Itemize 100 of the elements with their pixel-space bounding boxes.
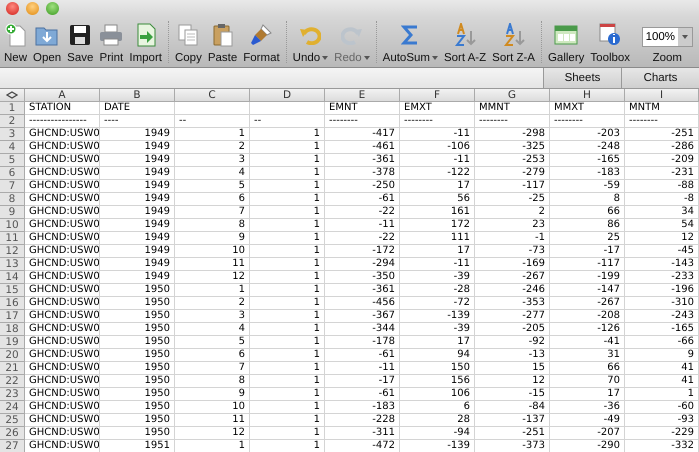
close-button[interactable] — [6, 2, 19, 15]
table-cell: 4 — [175, 323, 250, 336]
select-all-corner[interactable] — [0, 89, 25, 102]
row-header[interactable]: 21 — [0, 362, 25, 375]
gallery-button[interactable]: Gallery — [544, 17, 588, 67]
column-header[interactable]: D — [250, 89, 325, 102]
row-header[interactable]: 17 — [0, 310, 25, 323]
row-header[interactable]: 23 — [0, 388, 25, 401]
table-cell: -28 — [400, 284, 475, 297]
table-cell: 17 — [400, 245, 475, 258]
row-header[interactable]: 10 — [0, 219, 25, 232]
table-cell: GHCND:USW0 — [25, 141, 100, 154]
table-cell: -36 — [550, 401, 625, 414]
import-button[interactable]: Import — [126, 17, 165, 67]
row-header[interactable]: 2 — [0, 115, 25, 128]
zoom-window-button[interactable] — [46, 2, 59, 15]
table-cell: -183 — [550, 167, 625, 180]
sortza-button[interactable]: Sort Z-A — [489, 17, 538, 67]
table-cell: -13 — [475, 349, 550, 362]
table-cell: GHCND:USW0 — [25, 206, 100, 219]
sortaz-button[interactable]: Sort A-Z — [440, 17, 490, 67]
table-cell: -11 — [325, 362, 400, 375]
undo-button[interactable]: Undo — [290, 17, 332, 67]
ribbon-tab[interactable]: Charts — [621, 68, 699, 88]
clipboard-icon — [212, 22, 234, 46]
table-cell: 6 — [400, 401, 475, 414]
ribbon-tab[interactable]: Sheets — [543, 68, 621, 88]
paste-button[interactable]: Paste — [204, 17, 240, 67]
table-cell: 31 — [550, 349, 625, 362]
row-header[interactable]: 5 — [0, 154, 25, 167]
row-header[interactable]: 13 — [0, 258, 25, 271]
row-header[interactable]: 14 — [0, 271, 25, 284]
table-cell: -209 — [625, 154, 699, 167]
row-header[interactable]: 12 — [0, 245, 25, 258]
column-header[interactable]: H — [550, 89, 625, 102]
table-cell: 1 — [250, 414, 325, 427]
table-cell: 6 — [175, 349, 250, 362]
table-cell: -228 — [325, 414, 400, 427]
column-header[interactable]: G — [475, 89, 550, 102]
table-cell: 1949 — [100, 193, 175, 206]
row-header[interactable]: 9 — [0, 206, 25, 219]
table-cell: 9 — [175, 388, 250, 401]
toolbox-button[interactable]: Toolbox — [587, 17, 634, 67]
table-cell: 1949 — [100, 232, 175, 245]
table-cell: -350 — [325, 271, 400, 284]
sum-button[interactable]: AutoSum — [380, 17, 441, 67]
table-cell: -147 — [550, 284, 625, 297]
row-header[interactable]: 4 — [0, 141, 25, 154]
table-cell: 4 — [175, 167, 250, 180]
table-cell: -243 — [625, 310, 699, 323]
row-header[interactable]: 27 — [0, 440, 25, 452]
row-header[interactable]: 22 — [0, 375, 25, 388]
row-header[interactable]: 3 — [0, 128, 25, 141]
minimize-button[interactable] — [26, 2, 39, 15]
row-header[interactable]: 25 — [0, 414, 25, 427]
row-header[interactable]: 1 — [0, 102, 25, 115]
table-cell: -39 — [400, 271, 475, 284]
row-header[interactable]: 7 — [0, 180, 25, 193]
save-button[interactable]: Save — [64, 17, 96, 67]
table-cell: 1 — [250, 375, 325, 388]
row-header[interactable]: 24 — [0, 401, 25, 414]
copy-button[interactable]: Copy — [172, 17, 205, 67]
table-cell: -208 — [550, 310, 625, 323]
table-cell: 1 — [250, 323, 325, 336]
table-cell: 1 — [250, 206, 325, 219]
table-cell: 12 — [475, 375, 550, 388]
table-cell: 106 — [400, 388, 475, 401]
row-header[interactable]: 11 — [0, 232, 25, 245]
row-header[interactable]: 16 — [0, 297, 25, 310]
zoom-field[interactable]: 100% — [642, 27, 693, 47]
table-cell: -344 — [325, 323, 400, 336]
table-cell: 56 — [400, 193, 475, 206]
table-cell: -417 — [325, 128, 400, 141]
column-header[interactable]: C — [175, 89, 250, 102]
table-cell: 94 — [400, 349, 475, 362]
row-header[interactable]: 15 — [0, 284, 25, 297]
table-cell: STATION — [25, 102, 100, 115]
column-header[interactable]: A — [25, 89, 100, 102]
print-button[interactable]: Print — [96, 17, 126, 67]
column-header[interactable]: E — [325, 89, 400, 102]
row-header[interactable]: 8 — [0, 193, 25, 206]
column-header[interactable]: F — [400, 89, 475, 102]
format-button[interactable]: Format — [240, 17, 283, 67]
new-button[interactable]: New — [1, 17, 30, 67]
table-cell: 1 — [250, 310, 325, 323]
open-button[interactable]: Open — [30, 17, 64, 67]
table-cell: -11 — [400, 154, 475, 167]
row-header[interactable]: 19 — [0, 336, 25, 349]
table-cell: -- — [175, 115, 250, 128]
row-header[interactable]: 18 — [0, 323, 25, 336]
column-header[interactable]: B — [100, 89, 175, 102]
table-cell: 11 — [175, 414, 250, 427]
row-header[interactable]: 20 — [0, 349, 25, 362]
sort-icon — [454, 22, 476, 46]
table-cell: -------- — [325, 115, 400, 128]
table-cell: -11 — [400, 128, 475, 141]
column-header[interactable]: I — [625, 89, 699, 102]
row-header[interactable]: 26 — [0, 427, 25, 440]
row-header[interactable]: 6 — [0, 167, 25, 180]
table-cell: -456 — [325, 297, 400, 310]
